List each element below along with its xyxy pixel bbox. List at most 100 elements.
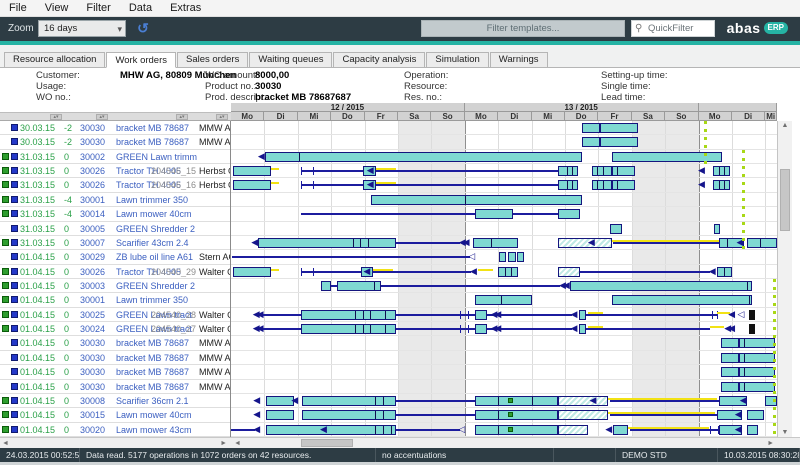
operation-bar[interactable]: [717, 267, 732, 277]
table-row[interactable]: 31.03.15030026Tractor TH 4005204546_15He…: [0, 164, 231, 178]
operation-bar[interactable]: [739, 338, 776, 348]
menu-item-extras[interactable]: Extras: [161, 0, 210, 17]
scroll-down-icon[interactable]: ▼: [778, 429, 792, 436]
menu-item-view[interactable]: View: [36, 0, 78, 17]
operation-bar[interactable]: [517, 252, 524, 262]
table-row[interactable]: 01.04.15030030bracket MB 78687MMW AG: [0, 351, 231, 365]
operation-bar[interactable]: [321, 281, 331, 291]
operation-bar[interactable]: [713, 180, 731, 190]
tab-waiting-queues[interactable]: Waiting queues: [249, 52, 332, 67]
operation-bar[interactable]: [582, 123, 600, 133]
operation-bar[interactable]: [721, 338, 738, 348]
scroll-right-icon[interactable]: ►: [767, 440, 774, 447]
table-row[interactable]: 31.03.15-430001Lawn trimmer 350: [0, 193, 231, 207]
operation-bar-hatched[interactable]: [558, 267, 580, 277]
operation-bar[interactable]: [721, 353, 738, 363]
table-row[interactable]: 01.04.15030020Lawn mower 43cm: [0, 423, 231, 437]
operation-bar[interactable]: [475, 410, 558, 420]
operation-bar[interactable]: [592, 166, 612, 176]
vertical-scroll-thumb[interactable]: [780, 169, 790, 231]
operation-bar[interactable]: [475, 209, 513, 219]
table-row[interactable]: 01.04.15030008Scarifier 36cm 2.1: [0, 394, 231, 408]
operation-bar[interactable]: [266, 425, 396, 435]
operation-bar[interactable]: [475, 396, 558, 406]
operation-bar[interactable]: [473, 238, 518, 248]
tab-resource-allocation[interactable]: Resource allocation: [4, 52, 105, 67]
operation-bar-hatched[interactable]: [558, 425, 588, 435]
operation-bar[interactable]: [721, 382, 738, 392]
table-horizontal-scrollbar[interactable]: ◄►: [0, 437, 231, 448]
table-row[interactable]: 01.04.15030030bracket MB 78687MMW AG: [0, 365, 231, 379]
operation-bar[interactable]: [613, 425, 628, 435]
operation-bar[interactable]: [714, 224, 721, 234]
chart-horizontal-scrollbar[interactable]: ◄►: [231, 437, 777, 448]
operation-bar-hatched[interactable]: [558, 410, 608, 420]
table-row[interactable]: 01.04.15030024GREEN Lawn tract204540_27W…: [0, 322, 231, 336]
table-row[interactable]: 31.03.15-430014Lawn mower 40cm: [0, 207, 231, 221]
operation-bar[interactable]: [233, 180, 271, 190]
operation-bar[interactable]: [371, 195, 581, 205]
operation-bar[interactable]: [265, 152, 582, 162]
operation-bar[interactable]: [747, 425, 758, 435]
operation-bar[interactable]: [499, 252, 507, 262]
table-row[interactable]: 30.03.15-230030bracket MB 78687MMW AG: [0, 121, 231, 135]
table-row[interactable]: 01.04.15030003GREEN Shredder 2: [0, 279, 231, 293]
operation-bar[interactable]: [612, 180, 635, 190]
operation-bar[interactable]: [475, 425, 558, 435]
quickfilter-input[interactable]: ⚲ QuickFilter: [631, 20, 715, 37]
operation-bar[interactable]: [301, 310, 396, 320]
scroll-left-icon[interactable]: ◄: [2, 440, 9, 447]
operation-bar[interactable]: [508, 252, 515, 262]
operation-bar[interactable]: [600, 123, 638, 133]
table-row[interactable]: 01.04.15030025GREEN Lawn tract204540_28W…: [0, 308, 231, 322]
tab-sales-orders[interactable]: Sales orders: [177, 52, 248, 67]
operation-bar[interactable]: [302, 410, 397, 420]
column-sort-icon[interactable]: ▴▾: [176, 114, 188, 120]
zoom-select[interactable]: 16 days ▾: [38, 20, 126, 37]
operation-bar[interactable]: [302, 396, 397, 406]
operation-bar[interactable]: [498, 267, 518, 277]
operation-bar[interactable]: [337, 281, 381, 291]
tab-simulation[interactable]: Simulation: [426, 52, 488, 67]
column-sort-icon[interactable]: ▴▾: [96, 114, 108, 120]
operation-bar[interactable]: [558, 166, 578, 176]
table-row[interactable]: 01.04.15030029ZB lube oil line A61Stern …: [0, 250, 231, 264]
operation-bar[interactable]: [612, 295, 752, 305]
menu-item-filter[interactable]: Filter: [77, 0, 119, 17]
operation-bar[interactable]: [747, 410, 764, 420]
operation-bar[interactable]: [600, 137, 638, 147]
operation-bar[interactable]: [570, 281, 752, 291]
menu-item-data[interactable]: Data: [120, 0, 161, 17]
operation-bar[interactable]: [739, 367, 776, 377]
operation-bar[interactable]: [579, 310, 586, 320]
operation-bar[interactable]: [266, 410, 294, 420]
tab-work-orders[interactable]: Work orders: [106, 52, 176, 68]
table-row[interactable]: 30.03.15-230030bracket MB 78687MMW AG: [0, 135, 231, 149]
table-row[interactable]: 01.04.15030026Tractor TH 4005204540_29Wa…: [0, 265, 231, 279]
table-row[interactable]: 01.04.15030030bracket MB 78687MMW AG: [0, 336, 231, 350]
operation-bar[interactable]: [721, 367, 738, 377]
filter-templates-button[interactable]: Filter templates...: [421, 20, 625, 37]
operation-bar[interactable]: [612, 166, 635, 176]
operation-bar[interactable]: [582, 137, 600, 147]
operation-bar[interactable]: [747, 238, 777, 248]
operation-bar[interactable]: [739, 353, 776, 363]
undo-button[interactable]: ↺: [134, 20, 152, 38]
table-row[interactable]: 31.03.15030026Tractor TH 4005204546_16He…: [0, 178, 231, 192]
chart-scroll-thumb[interactable]: [301, 439, 353, 447]
scroll-up-icon[interactable]: ▲: [778, 122, 792, 129]
operation-bar-hatched[interactable]: [558, 396, 608, 406]
table-row[interactable]: 01.04.15030001Lawn trimmer 350: [0, 293, 231, 307]
table-row[interactable]: 31.03.15030002GREEN Lawn trimm: [0, 150, 231, 164]
menu-item-file[interactable]: File: [0, 0, 36, 17]
column-sort-icon[interactable]: ▴▾: [216, 114, 228, 120]
table-row[interactable]: 01.04.15030015Lawn mower 40cm: [0, 408, 231, 422]
tab-warnings[interactable]: Warnings: [490, 52, 548, 67]
operation-bar[interactable]: [558, 180, 578, 190]
operation-bar[interactable]: [475, 324, 488, 334]
tab-capacity-analysis[interactable]: Capacity analysis: [333, 52, 425, 67]
table-row[interactable]: 31.03.15030005GREEN Shredder 2: [0, 222, 231, 236]
scroll-left-icon[interactable]: ◄: [234, 440, 241, 447]
operation-bar[interactable]: [301, 324, 396, 334]
operation-bar[interactable]: [475, 295, 532, 305]
